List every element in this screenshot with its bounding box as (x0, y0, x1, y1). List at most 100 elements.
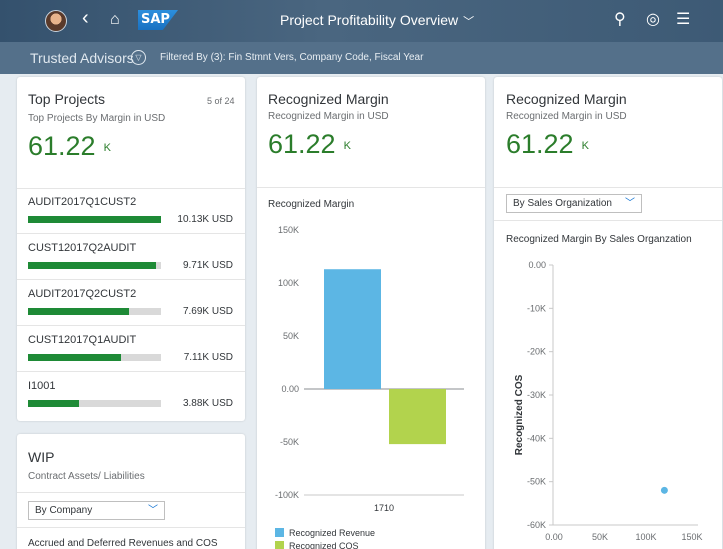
project-value: 10.13K USD (177, 214, 233, 225)
y-tick-label: -50K (280, 437, 299, 447)
divider (17, 492, 245, 493)
item-counter: 5 of 24 (207, 96, 235, 106)
smart-filter-header: Trusted Advisors ▽ Filtered By (3): Fin … (0, 42, 723, 74)
home-icon[interactable]: ⌂ (110, 10, 120, 30)
card-title: Recognized Margin (506, 91, 627, 107)
x-tick-label: 100K (635, 532, 656, 542)
divider (494, 220, 722, 221)
wip-card[interactable]: WIP Contract Assets/ Liabilities By Comp… (17, 434, 245, 549)
legend-label: Recognized COS (289, 541, 359, 549)
kpi-unit: K (103, 141, 111, 154)
card-subtitle: Recognized Margin in USD (268, 111, 389, 122)
y-tick-label: 0.00 (281, 384, 299, 394)
divider (17, 325, 245, 326)
y-tick-label: -60K (527, 520, 546, 530)
scatter-chart[interactable]: 0.00 -10K -20K -30K -40K -50K -60K 0.00 50K 100K 1… (494, 249, 722, 549)
project-margin-bar (28, 400, 161, 407)
select-value: By Sales Organization (513, 198, 612, 209)
card-title: WIP (28, 449, 55, 465)
card-title: Top Projects (28, 91, 106, 107)
card-subtitle: Recognized Margin in USD (506, 111, 627, 122)
chevron-down-icon: ﹀ (463, 16, 475, 28)
x-tick-label: 0.00 (545, 532, 563, 542)
project-value: 7.69K USD (182, 306, 233, 317)
y-tick-label: -50K (527, 477, 546, 487)
divider (17, 527, 245, 528)
y-tick-label: -40K (527, 433, 546, 443)
legend-swatch (275, 541, 284, 549)
chevron-down-icon: ﹀ (148, 505, 158, 516)
bar-chart[interactable]: 150K 100K 50K 0.00 -50K -100K 1710 Recognized R… (257, 212, 485, 549)
project-margin-bar (28, 354, 161, 361)
divider (17, 279, 245, 280)
x-tick-label: 50K (592, 532, 608, 542)
chevron-down-icon: ﹀ (625, 198, 635, 209)
project-name: CUST12017Q1AUDIT (28, 334, 137, 346)
app-title-text: Project Profitability Overview (280, 12, 459, 28)
y-tick-label: 100K (278, 278, 299, 288)
y-tick-label: -100K (275, 490, 299, 500)
kpi-value: 61.22 K (28, 131, 111, 162)
chart-title: Recognized Margin (268, 199, 355, 210)
team-name[interactable]: Trusted Advisors (30, 50, 134, 66)
card-subtitle: Contract Assets/ Liabilities (28, 471, 145, 482)
project-margin-bar (28, 308, 161, 315)
copilot-icon[interactable]: ◎ (646, 10, 660, 30)
search-icon[interactable]: ⚲ (614, 10, 626, 30)
project-name: CUST12017Q2AUDIT (28, 242, 137, 254)
project-margin-bar-fill (28, 400, 79, 407)
kpi-value: 61.22 K (506, 129, 589, 160)
y-tick-label: -10K (527, 303, 546, 313)
project-margin-bar (28, 262, 161, 269)
project-margin-bar-fill (28, 216, 161, 223)
kpi-value: 61.22 K (268, 129, 351, 160)
sales-org-select[interactable]: By Sales Organization ﹀ (506, 194, 642, 213)
recognized-margin-by-org-card[interactable]: Recognized Margin Recognized Margin in U… (494, 77, 722, 549)
sap-logo[interactable]: SAP (138, 10, 178, 30)
app-title[interactable]: Project Profitability Overview ﹀ (280, 12, 474, 29)
wip-footer-text: Accrued and Deferred Revenues and COS (28, 538, 218, 549)
notifications-icon[interactable]: ☰ (676, 10, 690, 30)
kpi-unit: K (343, 139, 351, 152)
back-icon[interactable]: ‹ (82, 8, 89, 28)
project-value: 3.88K USD (182, 398, 233, 409)
avatar[interactable] (45, 10, 67, 32)
filter-summary[interactable]: Filtered By (3): Fin Stmnt Vers, Company… (160, 52, 423, 63)
y-axis-title: Recognized COS (514, 374, 525, 455)
project-margin-bar-fill (28, 354, 122, 361)
divider (17, 233, 245, 234)
bar-recognized-revenue (324, 269, 381, 389)
divider (17, 188, 245, 189)
y-tick-label: 50K (283, 331, 299, 341)
project-name: AUDIT2017Q2CUST2 (28, 288, 137, 300)
chevron-down-icon[interactable]: ▽ (131, 50, 146, 65)
card-title: Recognized Margin (268, 91, 389, 107)
top-projects-card[interactable]: Top Projects 5 of 24 Top Projects By Mar… (17, 77, 245, 421)
divider (17, 371, 245, 372)
project-margin-bar-fill (28, 262, 156, 269)
x-tick-label: 150K (681, 532, 702, 542)
card-subtitle: Top Projects By Margin in USD (28, 113, 166, 124)
select-value: By Company (35, 505, 93, 516)
y-tick-label: -20K (527, 347, 546, 357)
divider (257, 187, 485, 188)
project-margin-bar-fill (28, 308, 130, 315)
x-tick-label: 1710 (374, 503, 394, 513)
y-tick-label: 0.00 (528, 260, 546, 270)
scatter-point (660, 486, 668, 494)
legend-swatch (275, 528, 284, 537)
company-select[interactable]: By Company ﹀ (28, 501, 165, 520)
legend-label: Recognized Revenue (289, 528, 375, 538)
y-tick-label: 150K (278, 225, 299, 235)
kpi-number: 61.22 (268, 129, 336, 159)
project-value: 7.11K USD (183, 352, 233, 363)
shell-bar: ‹ ⌂ SAP Project Profitability Overview ﹀ … (0, 0, 723, 42)
project-name: I1001 (28, 380, 56, 392)
recognized-margin-card[interactable]: Recognized Margin Recognized Margin in U… (257, 77, 485, 549)
kpi-unit: K (581, 139, 589, 152)
project-value: 9.71K USD (182, 260, 233, 271)
kpi-number: 61.22 (28, 131, 96, 161)
project-name: AUDIT2017Q1CUST2 (28, 196, 137, 208)
y-tick-label: -30K (527, 390, 546, 400)
divider (494, 187, 722, 188)
